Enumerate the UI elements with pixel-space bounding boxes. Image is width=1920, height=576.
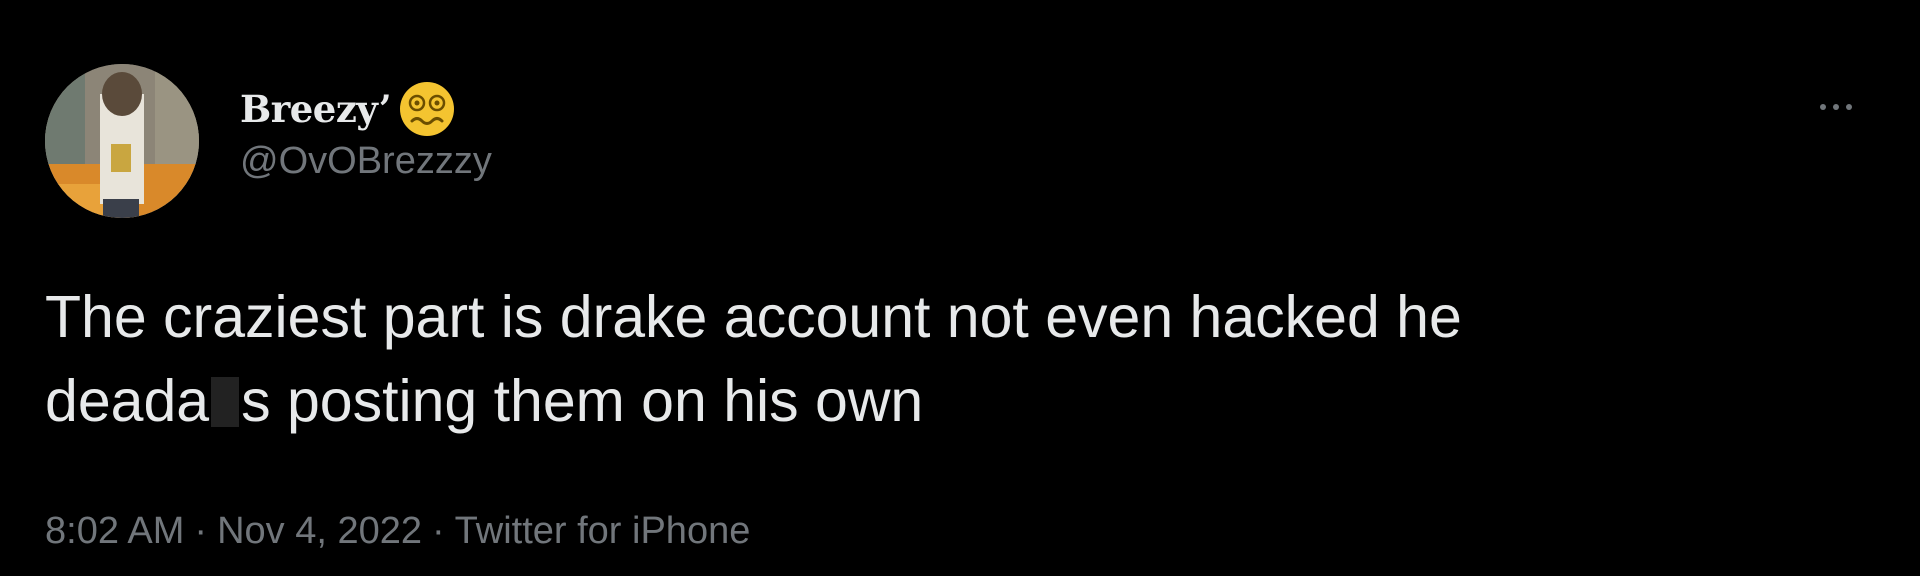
censor-block [211, 377, 240, 427]
tweet-date[interactable]: Nov 4, 2022 [217, 510, 422, 552]
tweet-card: Breezy’ @OvOBrezzzy The craziest part is… [0, 0, 1920, 576]
more-horizontal-icon [1846, 104, 1852, 110]
display-name[interactable]: Breezy’ [240, 87, 392, 131]
more-horizontal-icon [1833, 104, 1839, 110]
tweet-text-line-2a: deada [45, 368, 210, 434]
tweet-text: The craziest part is drake account not e… [45, 275, 1865, 443]
woozy-face-icon [397, 79, 457, 139]
tweet-metadata: 8:02 AM · Nov 4, 2022 · Twitter for iPhone [45, 510, 750, 553]
separator: · [194, 510, 208, 552]
author-avatar[interactable] [45, 64, 199, 218]
tweet-text-line-1: The craziest part is drake account not e… [45, 284, 1462, 350]
tweet-header: Breezy’ @OvOBrezzzy [240, 82, 492, 183]
separator: · [432, 510, 445, 552]
name-row: Breezy’ [240, 82, 492, 136]
avatar-photo-icon [45, 64, 199, 218]
more-horizontal-icon [1820, 104, 1826, 110]
user-handle[interactable]: @OvOBrezzzy [240, 140, 492, 183]
tweet-text-line-2b: s posting them on his own [241, 368, 924, 434]
more-options-button[interactable] [1806, 92, 1866, 122]
tweet-source[interactable]: Twitter for iPhone [455, 510, 751, 552]
tweet-time[interactable]: 8:02 AM [45, 510, 184, 552]
